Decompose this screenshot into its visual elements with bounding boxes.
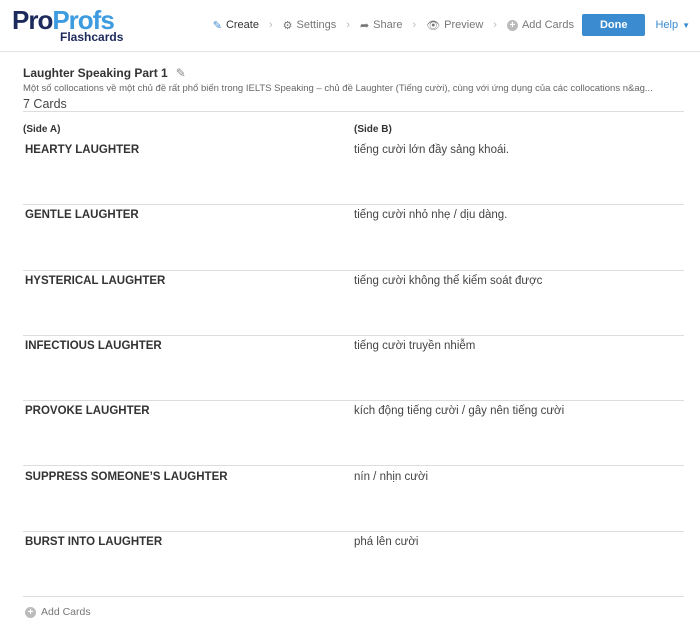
set-info: Laughter Speaking Part 1 ✎ Một số colloca… [23,66,683,111]
card-side-b[interactable]: nín / nhịn cười [354,471,428,483]
card-row[interactable]: PROVOKE LAUGHTER kích động tiếng cười / g… [23,401,684,467]
card-side-a[interactable]: SUPPRESS SOMEONE’S LAUGHTER [25,471,228,483]
card-side-a[interactable]: PROVOKE LAUGHTER [25,405,150,417]
card-row[interactable]: HYSTERICAL LAUGHTER tiếng cười không thể … [23,271,684,336]
proprofs-logo[interactable]: ProProfs Flashcards [12,7,123,43]
logo-sub: Flashcards [60,30,124,44]
nav-create-label: Create [225,19,259,31]
nav-share-label: Share [373,19,403,31]
card-side-a[interactable]: HYSTERICAL LAUGHTER [25,275,165,287]
card-side-b[interactable]: phá lên cười [354,536,418,548]
card-row[interactable]: INFECTIOUS LAUGHTER tiếng cười truyền nhi… [23,336,684,402]
card-count: 7 Cards [23,97,67,111]
chevron-right-icon: › [493,19,497,31]
help-menu[interactable]: Help ▼ [655,19,690,32]
card-row[interactable]: BURST INTO LAUGHTER phá lên cười [23,532,684,598]
logo-pro: Pro [12,5,53,35]
done-button[interactable]: Done [581,14,646,36]
card-side-a[interactable]: BURST INTO LAUGHTER [25,536,162,548]
card-side-b[interactable]: tiếng cười không thể kiểm soát được [354,275,542,287]
plus-circle-icon: + [25,606,36,618]
card-side-a[interactable]: HEARTY LAUGHTER [25,144,139,156]
nav-preview-label: Preview [444,19,484,31]
card-side-b[interactable]: tiếng cười truyền nhiễm [354,340,475,352]
add-cards-button[interactable]: + Add Cards [25,606,91,618]
card-row[interactable]: SUPPRESS SOMEONE’S LAUGHTER nín / nhịn cư… [23,467,684,532]
chevron-right-icon: › [268,19,273,31]
nav-add-cards-label: Add Cards [521,19,574,31]
card-side-b[interactable]: tiếng cười nhỏ nhẹ / dịu dàng. [354,209,507,221]
nav-create[interactable]: ✎ Create [213,19,259,32]
header: ProProfs Flashcards ✎ Create › ⚙ Settings … [0,0,700,52]
gear-icon: ⚙ [282,19,293,32]
nav-preview[interactable]: 👁 Preview [426,19,483,32]
pencil-icon: ✎ [212,19,222,32]
divider [23,111,684,112]
nav-settings-label: Settings [296,19,337,31]
set-description: Một số collocations về một chủ đề rất ph… [23,83,653,94]
eye-icon: 👁 [426,19,441,32]
chevron-right-icon: › [346,19,350,31]
side-b-header: (Side B) [354,124,392,135]
help-label: Help [655,18,679,31]
side-a-header: (Side A) [23,124,61,135]
nav-settings[interactable]: ⚙ Settings [283,19,337,32]
card-side-b[interactable]: kích động tiếng cười / gây nên tiếng cườ… [354,405,564,417]
nav-add-cards[interactable]: + Add Cards [506,19,574,31]
caret-down-icon: ▼ [682,20,690,30]
plus-circle-icon: + [506,19,518,31]
card-side-a[interactable]: GENTLE LAUGHTER [25,209,139,221]
card-row[interactable]: HEARTY LAUGHTER tiếng cười lớn đầy sảng k… [23,140,684,206]
nav-steps: ✎ Create › ⚙ Settings › ➦ Share › 👁 Preview … [213,14,690,36]
share-arrow-icon: ➦ [359,19,370,32]
edit-pencil-icon[interactable]: ✎ [176,66,186,80]
card-side-b[interactable]: tiếng cười lớn đầy sảng khoái. [354,144,509,156]
card-row[interactable]: GENTLE LAUGHTER tiếng cười nhỏ nhẹ / dịu … [23,205,684,271]
add-cards-label: Add Cards [41,606,91,618]
set-title: Laughter Speaking Part 1 [23,66,168,80]
nav-share[interactable]: ➦ Share [360,19,403,32]
card-side-a[interactable]: INFECTIOUS LAUGHTER [25,340,162,352]
chevron-right-icon: › [412,19,417,31]
